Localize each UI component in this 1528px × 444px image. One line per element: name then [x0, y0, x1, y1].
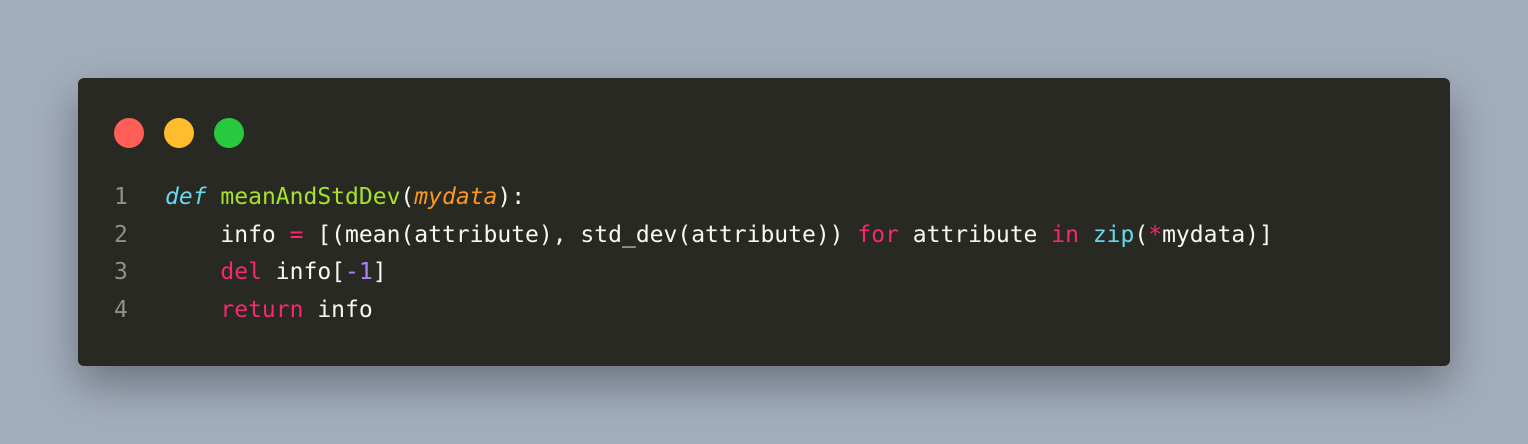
code-token: mydata)]	[1162, 221, 1273, 248]
code-token: (	[400, 184, 415, 210]
code-token: in	[1051, 221, 1079, 248]
code-token: info	[303, 296, 373, 323]
code-token: meanAndStdDev	[220, 184, 401, 210]
code-token: ):	[497, 184, 526, 210]
code-token: -1	[345, 259, 373, 285]
code-token: info	[165, 221, 290, 248]
close-dot-icon[interactable]	[114, 118, 144, 148]
code-token: (	[1134, 221, 1149, 248]
code-token: mydata	[414, 184, 498, 210]
code-token: [(mean(attribute), std_dev(attribute))	[303, 221, 858, 248]
line-number: 2	[114, 221, 128, 248]
maximize-dot-icon[interactable]	[214, 118, 244, 148]
code-token: *	[1148, 221, 1163, 248]
code-token: zip	[1092, 221, 1135, 248]
code-token: =	[289, 221, 304, 248]
minimize-dot-icon[interactable]	[164, 118, 194, 148]
line-number: 1	[114, 184, 128, 210]
code-token: info[	[261, 259, 346, 285]
code-text: return info	[165, 292, 373, 330]
code-token: attribute	[898, 221, 1052, 248]
code-token: return	[220, 296, 304, 323]
code-text: info = [(mean(attribute), std_dev(attrib…	[165, 217, 1273, 255]
code-window: 1 def meanAndStdDev(mydata): 2 info = [(me…	[78, 78, 1450, 366]
code-text: def meanAndStdDev(mydata):	[165, 179, 525, 217]
code-token: ]	[372, 259, 387, 285]
line-number: 3	[114, 259, 128, 285]
line-number: 4	[114, 296, 128, 323]
code-text: del info[-1]	[165, 254, 387, 292]
code-token: def	[165, 184, 207, 210]
code-token: for	[857, 221, 899, 248]
code-token: del	[220, 259, 262, 285]
